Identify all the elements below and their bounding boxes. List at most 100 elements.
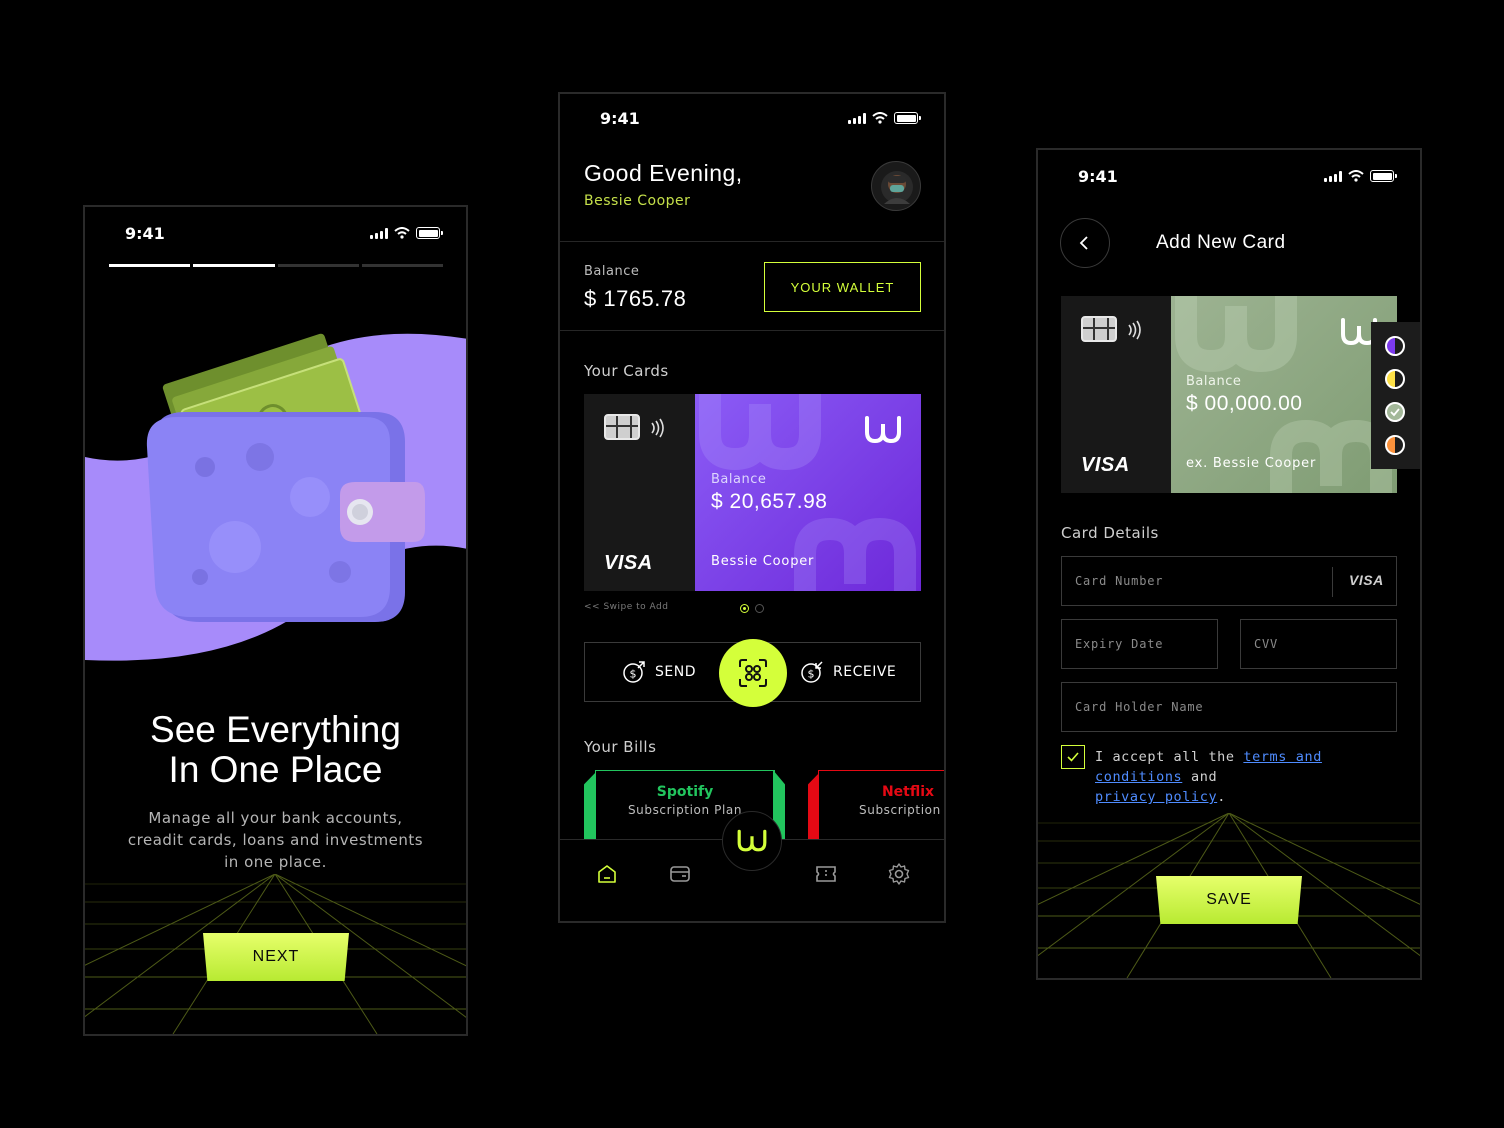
card-holder-name: Bessie Cooper	[711, 554, 815, 569]
progress-step-2	[193, 264, 275, 267]
card-holder-name-input[interactable]: Card Holder Name	[1061, 682, 1397, 732]
onboarding-description: Manage all your bank accounts, creadit c…	[85, 807, 466, 873]
progress-step-4	[361, 264, 443, 267]
bill-card-netflix[interactable]: Netflix Subscription Pl	[818, 770, 944, 850]
progress-step-1	[109, 264, 191, 267]
card-balance-value: $ 00,000.00	[1186, 392, 1303, 415]
your-wallet-button[interactable]: YOUR WALLET	[764, 262, 921, 312]
card-balance-value: $ 20,657.98	[711, 490, 828, 513]
color-option-purple[interactable]	[1385, 336, 1405, 356]
receive-label: RECEIVE	[833, 664, 897, 680]
visa-brand-indicator: VISA	[1349, 572, 1384, 588]
wallet-illustration	[85, 333, 466, 661]
terms-prefix: I accept all the	[1095, 749, 1244, 765]
contactless-icon	[651, 418, 664, 438]
terms-text: I accept all the terms and conditions an…	[1095, 747, 1395, 807]
balance-value: $ 1765.78	[584, 286, 687, 311]
onboarding-screen: 9:41 See Everything In One Place Manage …	[83, 205, 468, 1036]
status-time: 9:41	[125, 224, 165, 243]
bottom-navigation	[560, 811, 944, 921]
page-title: Add New Card	[1156, 232, 1286, 253]
card-number-placeholder: Card Number	[1075, 574, 1164, 588]
check-icon	[1067, 752, 1079, 762]
status-icons	[1324, 170, 1397, 182]
chip-icon	[1081, 316, 1117, 342]
brand-center-button[interactable]	[722, 811, 782, 871]
holder-placeholder: Card Holder Name	[1075, 700, 1204, 714]
privacy-policy-link[interactable]: privacy policy	[1095, 789, 1217, 805]
settings-gear-icon[interactable]	[887, 862, 911, 886]
description-line-1: Manage all your bank accounts,	[148, 809, 403, 827]
cvv-input[interactable]: CVV	[1240, 619, 1397, 669]
input-divider	[1332, 567, 1333, 597]
color-option-green-selected[interactable]	[1385, 402, 1405, 422]
user-name: Bessie Cooper	[584, 193, 691, 209]
battery-icon	[416, 227, 443, 239]
back-button[interactable]	[1060, 218, 1110, 268]
card-chip-panel: VISA	[1061, 296, 1171, 493]
card-balance-label: Balance	[1186, 374, 1242, 389]
bill-name: Spotify	[656, 784, 714, 800]
card-preview: VISA Balance $ 00,000.00 ex. Bessie Coop…	[1061, 296, 1397, 493]
status-icons	[848, 112, 921, 124]
send-button[interactable]: $ SEND	[622, 660, 696, 684]
expiry-date-input[interactable]: Expiry Date	[1061, 619, 1218, 669]
color-option-yellow[interactable]	[1385, 369, 1405, 389]
card-balance-panel: Balance $ 20,657.98 Bessie Cooper	[695, 394, 921, 591]
progress-step-3	[277, 264, 359, 267]
signal-icon	[370, 227, 388, 239]
avatar-image	[881, 171, 913, 204]
home-icon[interactable]	[595, 862, 619, 886]
terms-checkbox[interactable]	[1061, 745, 1085, 769]
scan-button[interactable]	[719, 639, 787, 707]
wifi-icon	[394, 227, 410, 239]
visa-logo: VISA	[1081, 454, 1130, 476]
wallet-icon[interactable]	[668, 862, 692, 886]
save-button[interactable]: SAVE	[1156, 876, 1302, 924]
payment-card[interactable]: VISA Balance $ 20,657.98 Bessie Cooper	[584, 394, 921, 591]
card-number-input[interactable]: Card Number VISA	[1061, 556, 1397, 606]
brand-logo-icon	[865, 416, 901, 444]
color-option-orange[interactable]	[1385, 435, 1405, 455]
expiry-placeholder: Expiry Date	[1075, 637, 1164, 651]
card-details-heading: Card Details	[1061, 524, 1159, 542]
onboarding-headline: See Everything In One Place	[85, 710, 466, 790]
battery-icon	[894, 112, 921, 124]
card-chip-panel: VISA	[584, 394, 695, 591]
status-icons	[370, 227, 443, 239]
add-card-screen: 9:41 Add New Card VISA Balance $ 00,000.…	[1036, 148, 1422, 980]
svg-text:$: $	[808, 668, 815, 681]
cvv-placeholder: CVV	[1254, 637, 1279, 651]
chip-icon	[604, 414, 640, 440]
status-time: 9:41	[600, 109, 640, 128]
signal-icon	[1324, 170, 1342, 182]
balance-label: Balance	[584, 264, 640, 279]
wifi-icon	[872, 112, 888, 124]
wifi-icon	[1348, 170, 1364, 182]
ticket-icon[interactable]	[814, 862, 838, 886]
your-cards-heading: Your Cards	[584, 362, 669, 380]
home-screen: 9:41 Good Evening, Bessie Cooper Balance…	[558, 92, 946, 923]
card-pager-dots	[740, 604, 764, 613]
terms-suffix: .	[1217, 789, 1226, 805]
your-bills-heading: Your Bills	[584, 738, 657, 756]
card-holder-placeholder: ex. Bessie Cooper	[1186, 456, 1317, 471]
check-icon	[1390, 408, 1400, 417]
send-label: SEND	[655, 664, 696, 680]
receive-button[interactable]: $ RECEIVE	[800, 660, 896, 684]
description-line-3: in one place.	[224, 853, 327, 871]
pager-dot[interactable]	[755, 604, 764, 613]
header-divider	[560, 241, 944, 242]
contactless-icon	[1128, 320, 1141, 340]
headline-line-1: See Everything	[150, 709, 401, 750]
pager-dot-active[interactable]	[740, 604, 749, 613]
signal-icon	[848, 112, 866, 124]
onboarding-progress	[109, 264, 443, 267]
chevron-left-icon	[1079, 236, 1088, 250]
avatar[interactable]	[871, 161, 921, 211]
balance-divider	[560, 330, 944, 331]
card-color-picker	[1371, 322, 1420, 469]
card-balance-label: Balance	[711, 472, 767, 487]
next-button[interactable]: NEXT	[203, 933, 349, 981]
send-money-icon: $	[623, 661, 645, 683]
